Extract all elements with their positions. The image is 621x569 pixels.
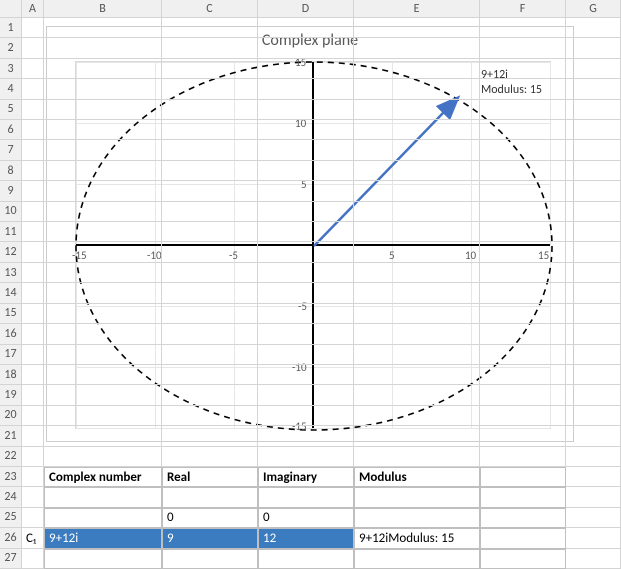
row-header-2[interactable]: 2 bbox=[0, 38, 22, 58]
row-header-25[interactable]: 25 bbox=[0, 508, 22, 528]
gridline-h bbox=[22, 37, 621, 38]
column-header-B[interactable]: B bbox=[44, 0, 162, 18]
table-row27-F[interactable] bbox=[480, 549, 566, 569]
row-header-7[interactable]: 7 bbox=[0, 140, 22, 160]
table-header-complex[interactable]: Complex number bbox=[44, 467, 162, 487]
gridline-h bbox=[22, 99, 621, 100]
row-header-14[interactable]: 14 bbox=[0, 283, 22, 303]
x-tick: 5 bbox=[389, 249, 395, 262]
gridline-h bbox=[22, 446, 621, 447]
table-row27-B[interactable] bbox=[44, 549, 162, 569]
gridline-h bbox=[22, 201, 621, 202]
table-row25-C[interactable]: 0 bbox=[162, 508, 258, 528]
column-header-D[interactable]: D bbox=[258, 0, 354, 18]
gridline-h bbox=[22, 323, 621, 324]
row-header-19[interactable]: 19 bbox=[0, 385, 22, 405]
table-row27-E[interactable] bbox=[354, 549, 480, 569]
gridline-h bbox=[22, 221, 621, 222]
gridline-h bbox=[22, 139, 621, 140]
annotation-complex: 9+12i bbox=[481, 68, 542, 83]
x-tick: -15 bbox=[72, 249, 87, 262]
row-header-17[interactable]: 17 bbox=[0, 345, 22, 365]
gridline-h bbox=[22, 405, 621, 406]
row-header-15[interactable]: 15 bbox=[0, 304, 22, 324]
row-header-10[interactable]: 10 bbox=[0, 202, 22, 222]
row-header-23[interactable]: 23 bbox=[0, 467, 22, 487]
table-row25-F[interactable] bbox=[480, 508, 566, 528]
row-header-5[interactable]: 5 bbox=[0, 100, 22, 120]
y-tick: -10 bbox=[292, 361, 307, 374]
row-header-3[interactable]: 3 bbox=[0, 59, 22, 79]
cell-complex-value[interactable]: 9+12i bbox=[44, 528, 162, 548]
row-header-1[interactable]: 1 bbox=[0, 18, 22, 38]
gridline-h bbox=[22, 303, 621, 304]
gridline-h bbox=[22, 119, 621, 120]
x-tick: 15 bbox=[538, 249, 549, 262]
gridline-h bbox=[22, 364, 621, 365]
gridline-h bbox=[22, 282, 621, 283]
row-header-27[interactable]: 27 bbox=[0, 549, 22, 569]
gridline-h bbox=[22, 160, 621, 161]
gridline-h bbox=[22, 78, 621, 79]
cell-imag-value[interactable]: 12 bbox=[258, 528, 354, 548]
row-header-6[interactable]: 6 bbox=[0, 120, 22, 140]
row-header-8[interactable]: 8 bbox=[0, 161, 22, 181]
gridline-h bbox=[22, 241, 621, 242]
chart-title: Complex plane bbox=[47, 31, 573, 50]
table-row24-D[interactable] bbox=[258, 487, 354, 507]
table-header-blank-f[interactable] bbox=[480, 467, 566, 487]
row-header-21[interactable]: 21 bbox=[0, 426, 22, 446]
row-header-24[interactable]: 24 bbox=[0, 487, 22, 507]
table-header-real[interactable]: Real bbox=[162, 467, 258, 487]
row-header-12[interactable]: 12 bbox=[0, 242, 22, 262]
gridline-h bbox=[22, 180, 621, 181]
table-row26-F[interactable] bbox=[480, 528, 566, 548]
select-all-corner[interactable] bbox=[0, 0, 22, 18]
chart-annotation: 9+12i Modulus: 15 bbox=[481, 68, 542, 98]
table-row25-E[interactable] bbox=[354, 508, 480, 528]
gridline-h bbox=[22, 262, 621, 263]
table-header-modulus[interactable]: Modulus bbox=[354, 467, 480, 487]
row-label-c1[interactable]: C₁ bbox=[22, 528, 44, 548]
row-header-18[interactable]: 18 bbox=[0, 365, 22, 385]
column-header-F[interactable]: F bbox=[480, 0, 566, 18]
table-row27-C[interactable] bbox=[162, 549, 258, 569]
row-header-9[interactable]: 9 bbox=[0, 181, 22, 201]
table-row24-C[interactable] bbox=[162, 487, 258, 507]
column-header-A[interactable]: A bbox=[22, 0, 44, 18]
table-row25-D[interactable]: 0 bbox=[258, 508, 354, 528]
column-header-E[interactable]: E bbox=[354, 0, 480, 18]
column-header-G[interactable]: G bbox=[566, 0, 621, 18]
row-header-16[interactable]: 16 bbox=[0, 324, 22, 344]
cell-real-value[interactable]: 9 bbox=[162, 528, 258, 548]
row-header-4[interactable]: 4 bbox=[0, 79, 22, 99]
table-row24-F[interactable] bbox=[480, 487, 566, 507]
complex-vector bbox=[314, 99, 457, 246]
row-header-26[interactable]: 26 bbox=[0, 528, 22, 548]
row-header-13[interactable]: 13 bbox=[0, 263, 22, 283]
gridline-h bbox=[22, 425, 621, 426]
table-header-imaginary[interactable]: Imaginary bbox=[258, 467, 354, 487]
gridline-h bbox=[22, 344, 621, 345]
row-header-11[interactable]: 11 bbox=[0, 222, 22, 242]
table-row24-E[interactable] bbox=[354, 487, 480, 507]
gridline-h bbox=[22, 58, 621, 59]
gridline-h bbox=[22, 384, 621, 385]
x-tick: -10 bbox=[147, 249, 162, 262]
table-row25-B[interactable] bbox=[44, 508, 162, 528]
x-tick: 10 bbox=[465, 249, 476, 262]
y-tick: -15 bbox=[292, 420, 307, 433]
table-row24-B[interactable] bbox=[44, 487, 162, 507]
x-tick: -5 bbox=[229, 249, 238, 262]
row-header-20[interactable]: 20 bbox=[0, 406, 22, 426]
row-header-22[interactable]: 22 bbox=[0, 447, 22, 467]
chart-object[interactable]: Complex plane bbox=[46, 26, 574, 442]
cell-modulus-value[interactable]: 9+12iModulus: 15 bbox=[354, 528, 480, 548]
chart-svg bbox=[76, 62, 552, 430]
annotation-modulus: Modulus: 15 bbox=[481, 83, 542, 98]
column-header-C[interactable]: C bbox=[162, 0, 258, 18]
table-row27-D[interactable] bbox=[258, 549, 354, 569]
spreadsheet-canvas: { "columns": ["A","B","C","D","E","F","G… bbox=[0, 0, 621, 569]
